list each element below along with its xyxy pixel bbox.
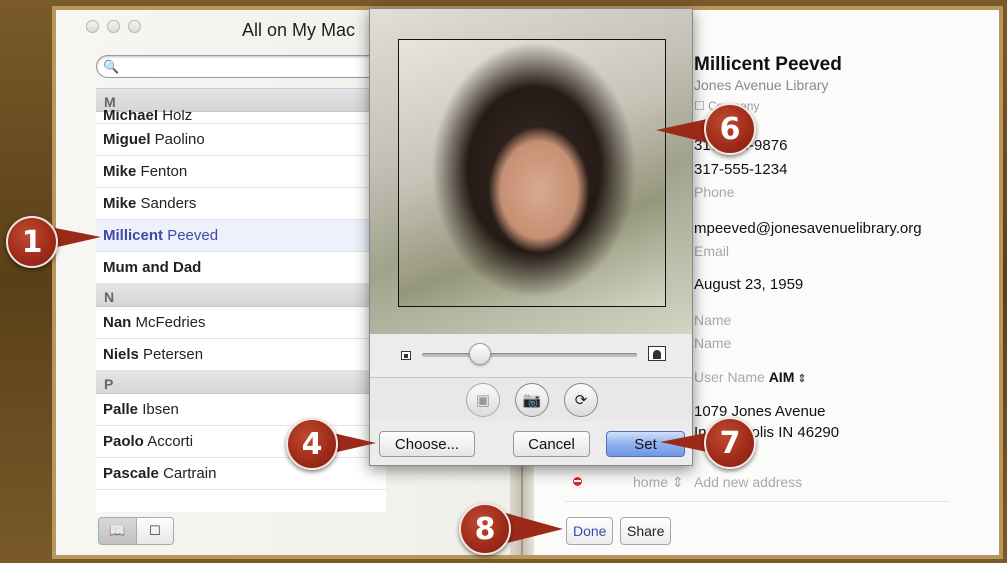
callout-4: 4: [286, 418, 338, 470]
large-picture-icon: [648, 346, 666, 361]
list-item[interactable]: Miguel Paolino: [96, 124, 386, 156]
phone-field-2[interactable]: 317-555-1234: [694, 161, 787, 178]
zoom-slider-thumb[interactable]: [469, 343, 492, 365]
list-item[interactable]: Palle Ibsen: [96, 394, 386, 426]
list-item[interactable]: Pascale Cartrain: [96, 458, 386, 490]
callout-1: 1: [6, 216, 58, 268]
name-field-placeholder-1[interactable]: Name: [694, 312, 731, 328]
list-item[interactable]: Mike Fenton: [96, 156, 386, 188]
minimize-window-button[interactable]: [107, 20, 120, 33]
list-item[interactable]: Michael Holz: [96, 110, 386, 124]
im-username-field[interactable]: User Name AIM ⇕: [694, 369, 807, 385]
group-title: All on My Mac: [242, 20, 356, 40]
callout-8: 8: [459, 503, 511, 555]
small-picture-icon: [401, 351, 411, 360]
name-field-placeholder-2[interactable]: Name: [694, 335, 731, 351]
add-address-field[interactable]: Add new address: [694, 474, 802, 490]
book-view-button[interactable]: 📖: [98, 517, 137, 545]
crop-frame[interactable]: [398, 39, 666, 307]
contact-name[interactable]: Millicent Peeved: [694, 54, 842, 76]
effects-icon[interactable]: ⟳: [564, 383, 598, 417]
phone-label: Phone: [694, 184, 735, 200]
contacts-list[interactable]: M Michael Holz Miguel Paolino Mike Fento…: [96, 88, 386, 512]
address-line-1[interactable]: 1079 Jones Avenue: [694, 403, 826, 420]
zoom-slider-track[interactable]: [422, 353, 637, 357]
divider: [565, 501, 950, 502]
search-field[interactable]: 🔍: [96, 55, 386, 78]
search-icon: 🔍: [103, 59, 120, 74]
list-item[interactable]: Mike Sanders: [96, 188, 386, 220]
address-type-selector[interactable]: home ⇕: [633, 474, 684, 491]
done-button[interactable]: Done: [566, 517, 614, 545]
window-controls: [86, 20, 141, 33]
popover-actions: Choose... Cancel Set: [370, 421, 692, 465]
book-icon: 📖: [109, 523, 126, 538]
callout-7: 7: [704, 417, 756, 469]
photo-editor-popover: ▣ 📷 ⟳ Choose... Cancel Set: [369, 8, 693, 466]
list-item-selected[interactable]: Millicent Peeved: [96, 220, 386, 252]
zoom-slider-row: [370, 334, 692, 378]
section-header-p: P: [96, 371, 386, 394]
share-button[interactable]: Share: [620, 517, 672, 545]
set-button[interactable]: Set: [606, 431, 685, 457]
zoom-window-button[interactable]: [128, 20, 141, 33]
birthday-field[interactable]: August 23, 1959: [694, 276, 803, 293]
section-header-n: N: [96, 284, 386, 307]
list-item[interactable]: Mum and Dad: [96, 252, 386, 284]
card-icon: ☐: [149, 523, 161, 538]
email-label: Email: [694, 243, 730, 259]
list-item[interactable]: Niels Petersen: [96, 339, 386, 371]
close-window-button[interactable]: [86, 20, 99, 33]
cancel-button[interactable]: Cancel: [513, 431, 590, 457]
im-service-selector[interactable]: AIM: [769, 369, 795, 385]
callout-6: 6: [704, 103, 756, 155]
picture-source-row: ▣ 📷 ⟳: [370, 378, 692, 421]
email-field[interactable]: mpeeved@jonesavenuelibrary.org: [694, 220, 922, 237]
section-header-m: M: [96, 89, 386, 112]
contact-company[interactable]: Jones Avenue Library: [694, 77, 828, 93]
list-item[interactable]: Nan McFedries: [96, 307, 386, 339]
camera-icon[interactable]: 📷: [515, 383, 549, 417]
choose-button[interactable]: Choose...: [379, 431, 475, 457]
list-item[interactable]: Paolo Accorti: [96, 426, 386, 458]
card-view-button[interactable]: ☐: [136, 517, 174, 545]
remove-field-icon[interactable]: [571, 475, 584, 488]
defaults-icon[interactable]: ▣: [466, 383, 500, 417]
